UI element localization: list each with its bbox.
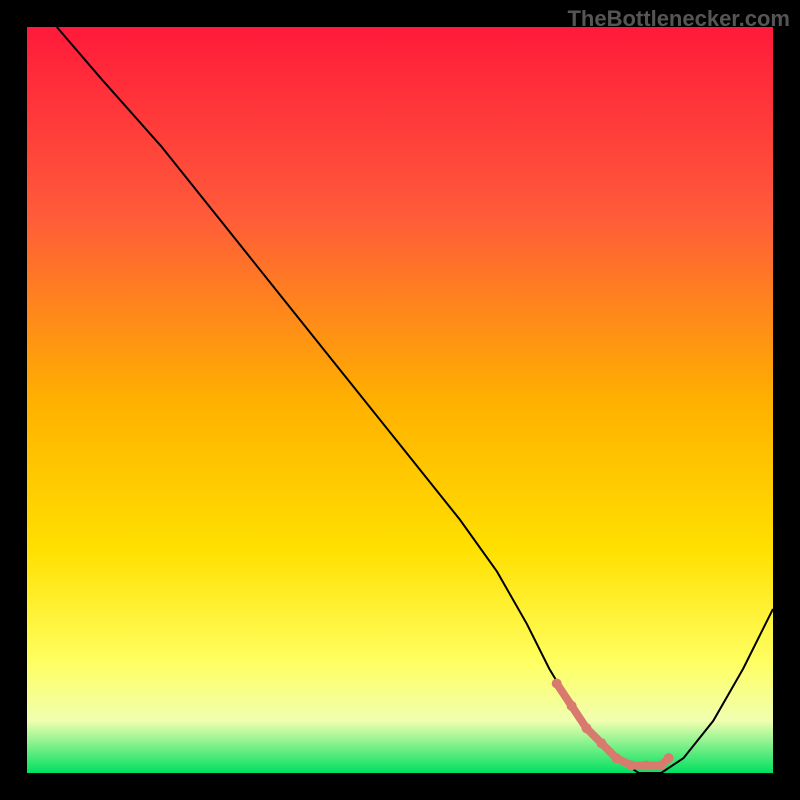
chart-container: TheBottlenecker.com xyxy=(0,0,800,800)
plot-background xyxy=(27,27,773,773)
watermark-text: TheBottlenecker.com xyxy=(567,6,790,32)
bottleneck-chart xyxy=(0,0,800,800)
